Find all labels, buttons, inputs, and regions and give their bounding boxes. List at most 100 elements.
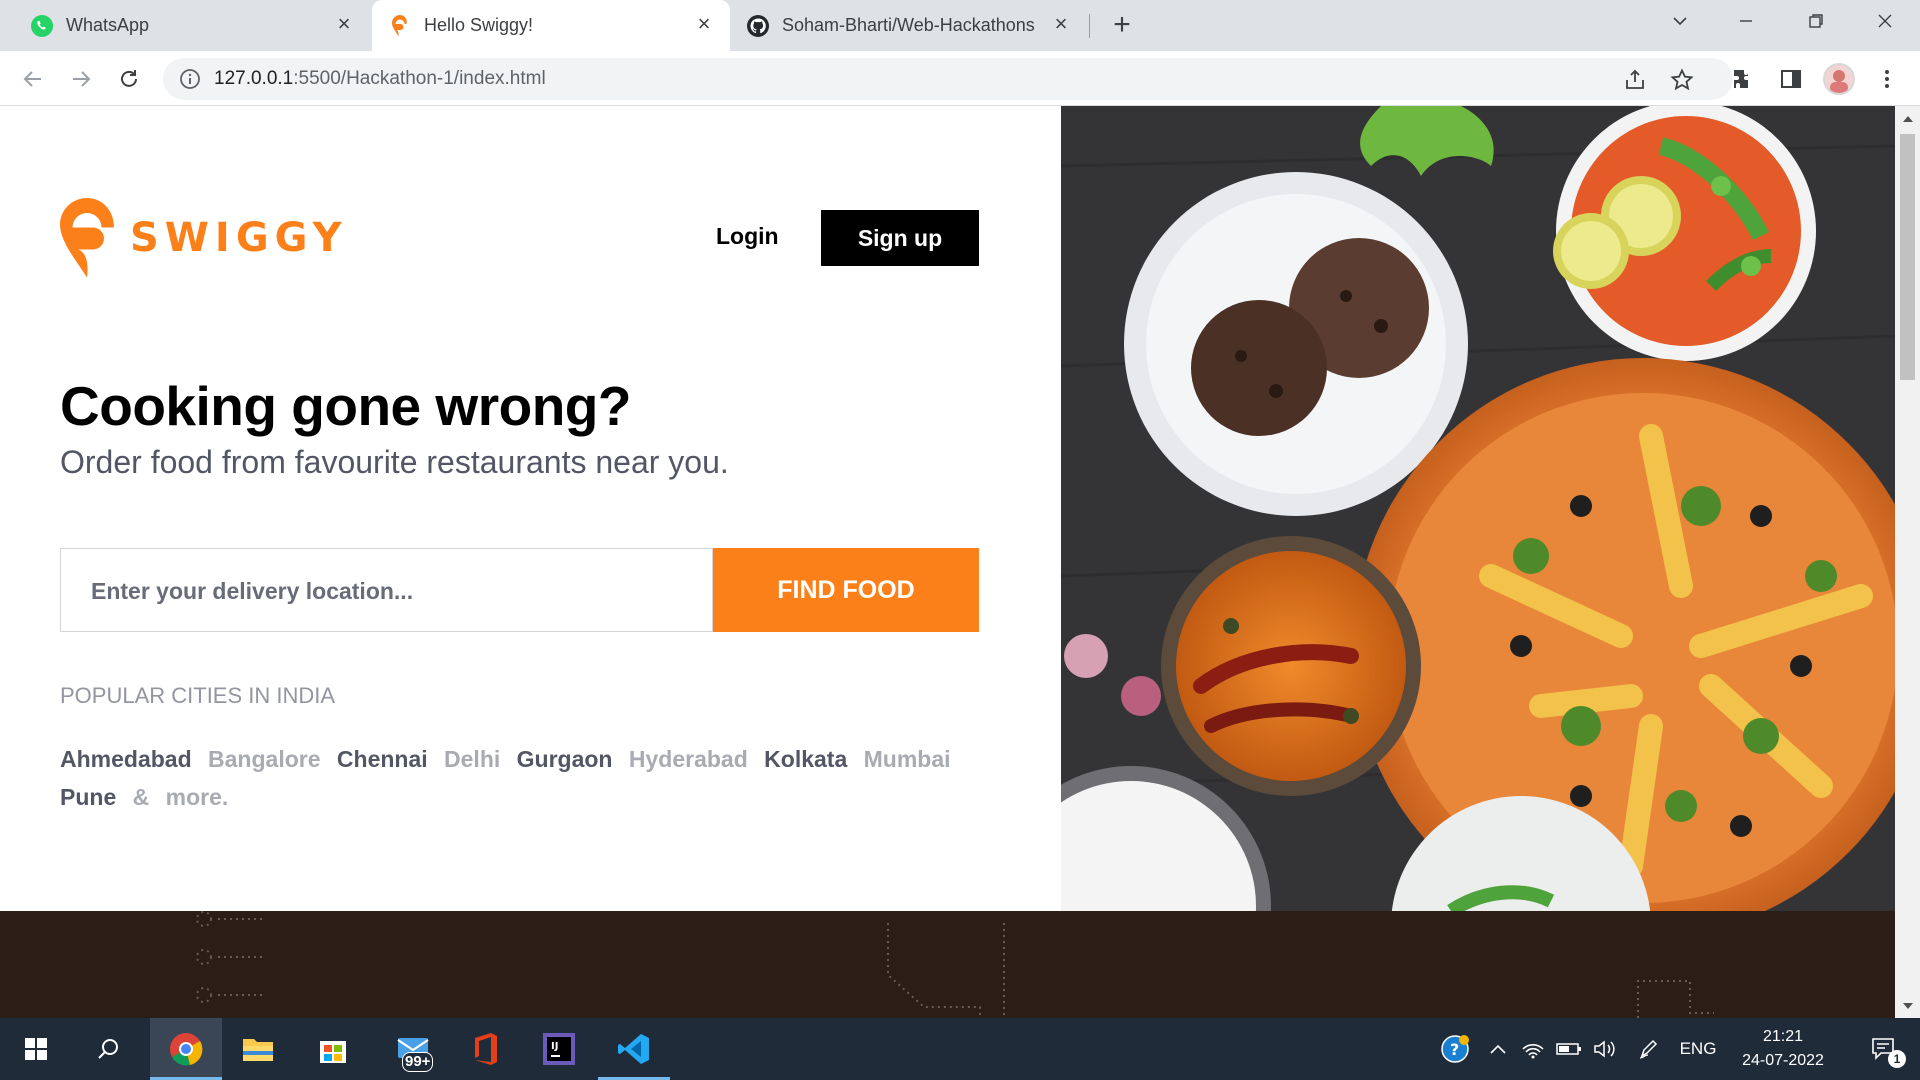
- taskbar-intellij[interactable]: IJ: [523, 1018, 595, 1080]
- city-link[interactable]: Delhi: [444, 746, 500, 772]
- restore-icon: [1809, 14, 1823, 28]
- city-link[interactable]: Hyderabad: [629, 746, 748, 772]
- new-tab-button[interactable]: +: [1106, 10, 1138, 42]
- back-button[interactable]: [15, 61, 51, 97]
- food-illustration: [1061, 106, 1895, 911]
- windows-icon: [25, 1038, 47, 1060]
- clock[interactable]: 21:21 24-07-2022: [1728, 1025, 1838, 1073]
- minimize-button[interactable]: [1716, 0, 1776, 42]
- taskbar-file-explorer[interactable]: [222, 1018, 294, 1080]
- swiggy-logo-icon: [60, 198, 114, 278]
- close-icon[interactable]: ×: [692, 12, 716, 36]
- whatsapp-icon: [31, 15, 53, 37]
- taskbar-store[interactable]: [297, 1018, 369, 1080]
- reload-icon: [121, 70, 137, 87]
- start-button[interactable]: [0, 1018, 72, 1080]
- more-cities-link[interactable]: more.: [166, 784, 229, 810]
- battery-icon[interactable]: [1554, 1018, 1584, 1080]
- intellij-icon: IJ: [543, 1033, 575, 1065]
- hero-food-image: [1061, 106, 1895, 911]
- popular-cities-list: Ahmedabad Bangalore Chennai Delhi Gurgao…: [60, 740, 980, 816]
- popular-cities-heading: POPULAR CITIES IN INDIA: [60, 683, 336, 708]
- arrow-left-icon: [23, 71, 41, 87]
- brand-name: SWIGGY: [130, 215, 348, 261]
- scroll-up-button[interactable]: [1895, 106, 1920, 131]
- more-menu-icon[interactable]: [1872, 64, 1902, 94]
- vertical-scrollbar[interactable]: [1895, 106, 1920, 1018]
- pen-icon[interactable]: [1634, 1018, 1664, 1080]
- clock-date: 24-07-2022: [1742, 1052, 1824, 1069]
- url-text: 127.0.0.1:5500/Hackathon-1/index.html: [214, 68, 546, 90]
- search-icon: [98, 1039, 118, 1059]
- dotted-decoration: [196, 911, 1714, 1018]
- chevron-down-icon: [1673, 17, 1687, 26]
- caret-down-icon: [1902, 1002, 1913, 1009]
- mail-badge: 99+: [402, 1052, 434, 1072]
- close-icon[interactable]: ×: [332, 12, 356, 36]
- scroll-thumb[interactable]: [1900, 134, 1915, 380]
- notifications-button[interactable]: 1: [1856, 1018, 1912, 1080]
- chrome-icon: [170, 1033, 203, 1066]
- url-host: 127.0.0.1: [214, 68, 294, 89]
- restore-button[interactable]: [1786, 0, 1846, 42]
- cookie-plate: [1124, 172, 1468, 516]
- forward-button[interactable]: [63, 61, 99, 97]
- taskbar-mail[interactable]: 99+: [378, 1018, 450, 1080]
- office-icon: [475, 1033, 497, 1065]
- tab-hello-swiggy[interactable]: Hello Swiggy! ×: [372, 0, 730, 51]
- help-icon[interactable]: ?: [1438, 1018, 1472, 1080]
- arrow-right-icon: [73, 71, 91, 87]
- language-indicator[interactable]: ENG: [1676, 1018, 1720, 1080]
- taskbar-office[interactable]: [450, 1018, 522, 1080]
- hero-left-panel: SWIGGY Login Sign up Cooking gone wrong?…: [0, 106, 1061, 911]
- page-viewport: SWIGGY Login Sign up Cooking gone wrong?…: [0, 106, 1920, 1018]
- swiggy-icon: [392, 15, 407, 37]
- url-path: :5500/Hackathon-1/index.html: [293, 68, 546, 89]
- find-food-button[interactable]: FIND FOOD: [713, 548, 979, 632]
- close-window-button[interactable]: [1855, 0, 1915, 42]
- taskbar-chrome[interactable]: [150, 1018, 222, 1080]
- cities-ampersand: &: [132, 784, 150, 810]
- scroll-down-button[interactable]: [1895, 993, 1920, 1018]
- star-icon[interactable]: [1669, 67, 1695, 93]
- notification-count: 1: [1888, 1050, 1906, 1068]
- address-bar[interactable]: 127.0.0.1:5500/Hackathon-1/index.html: [163, 58, 1733, 100]
- delivery-location-input[interactable]: [91, 575, 681, 607]
- share-icon[interactable]: [1622, 67, 1648, 93]
- city-link[interactable]: Chennai: [337, 746, 428, 772]
- reload-button[interactable]: [111, 61, 147, 97]
- tab-search-button[interactable]: [1650, 0, 1710, 42]
- city-link[interactable]: Pune: [60, 784, 116, 810]
- info-icon[interactable]: [179, 68, 201, 90]
- tab-title: Hello Swiggy!: [424, 15, 534, 35]
- taskbar-vscode[interactable]: [598, 1018, 670, 1080]
- side-panel-icon[interactable]: [1776, 64, 1806, 94]
- extensions-icon[interactable]: [1728, 64, 1758, 94]
- search-button[interactable]: [72, 1018, 144, 1080]
- volume-icon[interactable]: [1590, 1018, 1620, 1080]
- tab-whatsapp[interactable]: WhatsApp ×: [0, 0, 370, 51]
- svg-text:?: ?: [1450, 1040, 1459, 1059]
- login-link[interactable]: Login: [716, 223, 779, 250]
- avatar[interactable]: [1823, 63, 1855, 95]
- city-link[interactable]: Mumbai: [864, 746, 951, 772]
- browser-toolbar: 127.0.0.1:5500/Hackathon-1/index.html: [0, 51, 1920, 106]
- show-hidden-icons[interactable]: [1484, 1018, 1512, 1080]
- close-icon: [1878, 14, 1892, 28]
- close-icon[interactable]: ×: [1049, 12, 1073, 36]
- swiggy-logo[interactable]: SWIGGY: [60, 198, 348, 278]
- tab-title: WhatsApp: [66, 15, 150, 35]
- hero-subtitle: Order food from favourite restaurants ne…: [60, 444, 729, 480]
- clock-time: 21:21: [1762, 1028, 1804, 1045]
- svg-text:IJ: IJ: [551, 1041, 558, 1052]
- city-link[interactable]: Kolkata: [764, 746, 847, 772]
- wifi-icon[interactable]: [1518, 1018, 1548, 1080]
- city-link[interactable]: Ahmedabad: [60, 746, 192, 772]
- windows-taskbar: 99+ IJ ? ENG 21:21 24-07-2022 1: [0, 1018, 1920, 1080]
- city-link[interactable]: Gurgaon: [517, 746, 613, 772]
- footer-banner: [0, 911, 1895, 1018]
- tab-github[interactable]: Soham-Bharti/Web-Hackathons ×: [732, 0, 1087, 51]
- store-icon: [320, 1041, 346, 1063]
- city-link[interactable]: Bangalore: [208, 746, 320, 772]
- signup-button[interactable]: Sign up: [821, 210, 979, 266]
